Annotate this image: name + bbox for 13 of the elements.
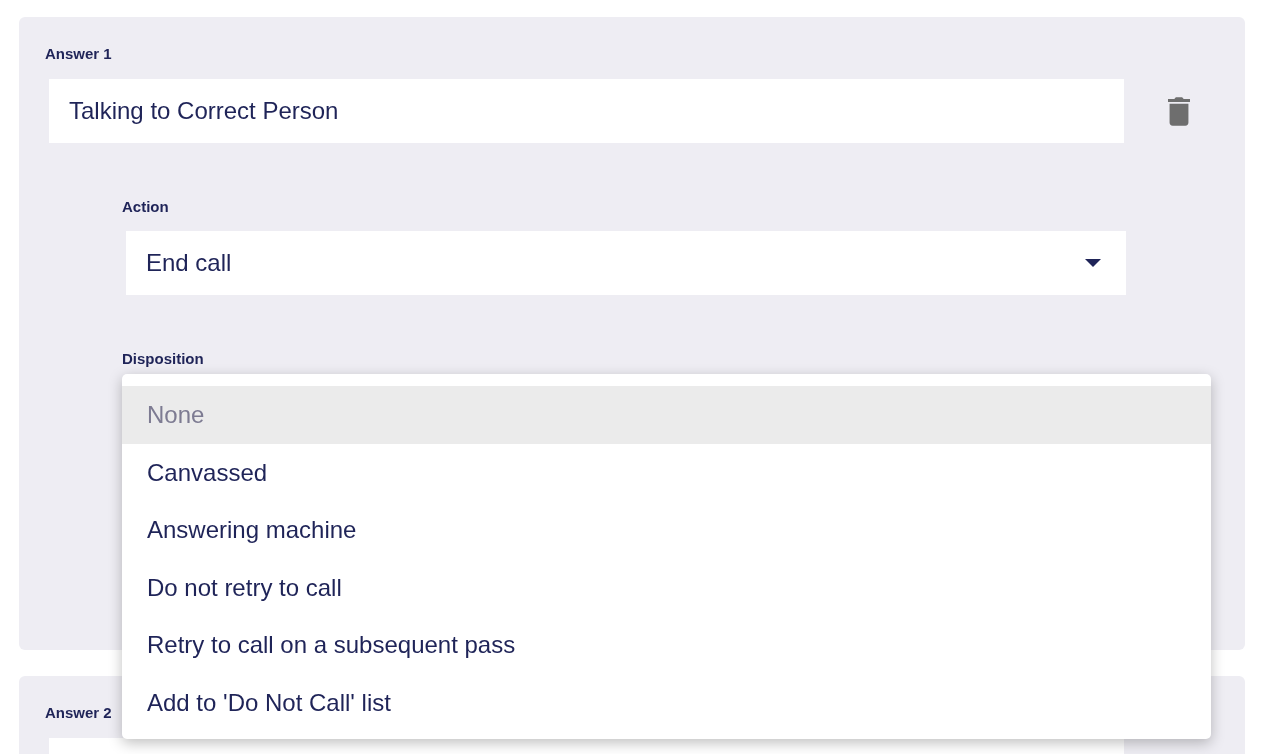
field-label: Action — [122, 198, 169, 216]
field-label: Answer 1 — [45, 45, 112, 63]
answer-input[interactable]: Talking to Correct Person — [49, 79, 1124, 143]
caret-icon — [1085, 259, 1101, 267]
field-label: Answer 2 — [45, 704, 112, 722]
trash-icon[interactable] — [1168, 96, 1190, 126]
field-label: Disposition — [122, 350, 204, 368]
menu-option[interactable]: Add to 'Do Not Call' list — [122, 673, 1211, 731]
menu-option[interactable]: Canvassed — [122, 443, 1211, 501]
menu-option[interactable]: Do not retry to call — [122, 558, 1211, 616]
menu-option[interactable]: Answering machine — [122, 501, 1211, 559]
action-select[interactable]: End call — [126, 231, 1126, 295]
menu-option[interactable]: Retry to call on a subsequent pass — [122, 616, 1211, 674]
